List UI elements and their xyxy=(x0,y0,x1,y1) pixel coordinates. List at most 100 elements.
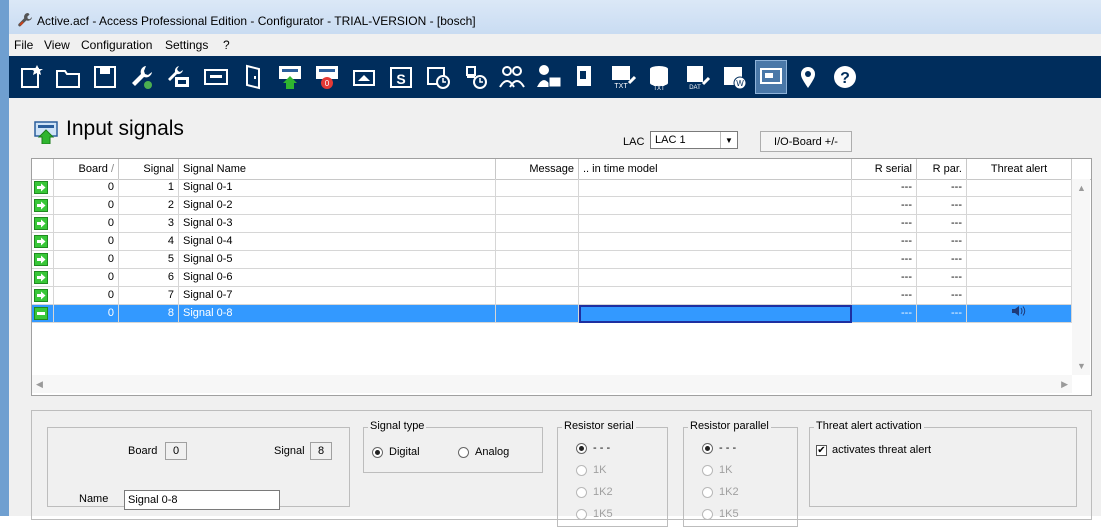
cell-threat[interactable] xyxy=(967,179,1072,197)
column-header-r-par[interactable]: R par. xyxy=(917,159,967,179)
cell-time-model[interactable] xyxy=(579,305,852,323)
monitor-button[interactable] xyxy=(755,60,787,94)
vertical-scrollbar[interactable]: ▲ ▼ xyxy=(1072,179,1090,375)
cell-board[interactable]: 0 xyxy=(54,179,119,197)
cell-r-par[interactable]: --- xyxy=(917,197,967,215)
cell-message[interactable] xyxy=(496,215,579,233)
cell-time-model[interactable] xyxy=(579,179,852,197)
cell-board[interactable]: 0 xyxy=(54,269,119,287)
configure-wrench-button[interactable] xyxy=(126,60,158,94)
cell-time-model[interactable] xyxy=(579,269,852,287)
new-button[interactable] xyxy=(15,60,47,94)
menu-file[interactable]: File xyxy=(14,38,33,52)
column-header-message[interactable]: Message xyxy=(496,159,579,179)
cell-board[interactable]: 0 xyxy=(54,215,119,233)
table-row[interactable]: 0 7 Signal 0-7 --- --- xyxy=(32,287,1091,305)
door-button[interactable] xyxy=(237,60,269,94)
location-pin-button[interactable] xyxy=(792,60,824,94)
horizontal-scrollbar[interactable]: ◀ ▶ xyxy=(32,375,1072,393)
text-export-button[interactable]: TXT xyxy=(607,60,639,94)
threat-alert-checkbox[interactable]: ✔ activates threat alert xyxy=(816,444,931,456)
row-indicator[interactable] xyxy=(32,251,54,269)
io-board-button[interactable]: I/O-Board +/- xyxy=(760,131,852,152)
card-reader-button[interactable] xyxy=(200,60,232,94)
radio-analog[interactable]: Analog xyxy=(458,446,509,458)
radio-parallel-1k5[interactable]: 1K5 xyxy=(702,508,739,520)
row-indicator[interactable] xyxy=(32,305,54,323)
cell-signal[interactable]: 2 xyxy=(119,197,179,215)
scroll-right-icon[interactable]: ▶ xyxy=(1061,379,1068,390)
radio-serial-1k[interactable]: 1K xyxy=(576,464,606,476)
cell-time-model[interactable] xyxy=(579,287,852,305)
cell-name[interactable]: Signal 0-3 xyxy=(179,215,496,233)
help-button[interactable]: ? xyxy=(829,60,861,94)
row-indicator[interactable] xyxy=(32,269,54,287)
cell-r-serial[interactable]: --- xyxy=(852,233,917,251)
input-signal-button[interactable] xyxy=(274,60,306,94)
cell-r-serial[interactable]: --- xyxy=(852,287,917,305)
column-header-signal[interactable]: Signal xyxy=(119,159,179,179)
cell-name[interactable]: Signal 0-7 xyxy=(179,287,496,305)
scroll-left-icon[interactable]: ◀ xyxy=(36,379,43,390)
cell-r-serial[interactable]: --- xyxy=(852,179,917,197)
cell-message[interactable] xyxy=(496,305,579,323)
lac-select[interactable]: LAC 1 ▼ xyxy=(650,131,738,149)
column-header-board[interactable]: Board / xyxy=(54,159,119,179)
radio-serial-1k2[interactable]: 1K2 xyxy=(576,486,613,498)
table-row[interactable]: 0 8 Signal 0-8 --- --- xyxy=(32,305,1091,323)
table-row[interactable]: 0 2 Signal 0-2 --- --- xyxy=(32,197,1091,215)
cell-r-par[interactable]: --- xyxy=(917,287,967,305)
column-header-signal-name[interactable]: Signal Name xyxy=(179,159,496,179)
table-row[interactable]: 0 3 Signal 0-3 --- --- xyxy=(32,215,1091,233)
cell-name[interactable]: Signal 0-4 xyxy=(179,233,496,251)
table-row[interactable]: 0 6 Signal 0-6 --- --- xyxy=(32,269,1091,287)
row-indicator[interactable] xyxy=(32,233,54,251)
cell-r-par[interactable]: --- xyxy=(917,233,967,251)
card-definition-button[interactable] xyxy=(570,60,602,94)
cell-board[interactable]: 0 xyxy=(54,251,119,269)
cell-board[interactable]: 0 xyxy=(54,197,119,215)
row-indicator[interactable] xyxy=(32,179,54,197)
cell-time-model[interactable] xyxy=(579,215,852,233)
cell-signal[interactable]: 8 xyxy=(119,305,179,323)
cell-r-par[interactable]: --- xyxy=(917,251,967,269)
network-config-button[interactable] xyxy=(163,60,195,94)
cell-r-serial[interactable]: --- xyxy=(852,251,917,269)
cell-signal[interactable]: 1 xyxy=(119,179,179,197)
column-header-threat-alert[interactable]: Threat alert xyxy=(967,159,1072,179)
chevron-down-icon[interactable]: ▼ xyxy=(720,132,737,148)
person-data-button[interactable] xyxy=(533,60,565,94)
cell-message[interactable] xyxy=(496,251,579,269)
cell-signal[interactable]: 3 xyxy=(119,215,179,233)
cell-r-serial[interactable]: --- xyxy=(852,305,917,323)
display-button[interactable] xyxy=(348,60,380,94)
menu-settings[interactable]: Settings xyxy=(165,38,208,52)
cell-threat[interactable] xyxy=(967,215,1072,233)
row-indicator[interactable] xyxy=(32,197,54,215)
persons-group-button[interactable] xyxy=(496,60,528,94)
output-signal-button[interactable]: 0 xyxy=(311,60,343,94)
cell-signal[interactable]: 6 xyxy=(119,269,179,287)
cell-r-par[interactable]: --- xyxy=(917,305,967,323)
database-export-button[interactable]: TXT xyxy=(644,60,676,94)
cell-time-model[interactable] xyxy=(579,197,852,215)
row-indicator[interactable] xyxy=(32,287,54,305)
column-header-time-model[interactable]: .. in time model xyxy=(579,159,852,179)
menu-help[interactable]: ? xyxy=(223,38,230,52)
cell-name[interactable]: Signal 0-8 xyxy=(179,305,496,323)
cell-board[interactable]: 0 xyxy=(54,305,119,323)
table-row[interactable]: 0 4 Signal 0-4 --- --- xyxy=(32,233,1091,251)
cell-time-model[interactable] xyxy=(579,233,852,251)
data-export-button[interactable]: DAT xyxy=(681,60,713,94)
scroll-up-icon[interactable]: ▲ xyxy=(1077,183,1086,193)
row-indicator[interactable] xyxy=(32,215,54,233)
time-profile-button[interactable] xyxy=(459,60,491,94)
radio-parallel-1k2[interactable]: 1K2 xyxy=(702,486,739,498)
cell-r-serial[interactable]: --- xyxy=(852,215,917,233)
radio-digital[interactable]: Digital xyxy=(372,446,420,458)
radio-serial-none[interactable]: - - - xyxy=(576,442,610,454)
cell-time-model[interactable] xyxy=(579,251,852,269)
cell-threat[interactable] xyxy=(967,197,1072,215)
cell-signal[interactable]: 5 xyxy=(119,251,179,269)
name-input[interactable]: Signal 0-8 xyxy=(124,490,280,510)
